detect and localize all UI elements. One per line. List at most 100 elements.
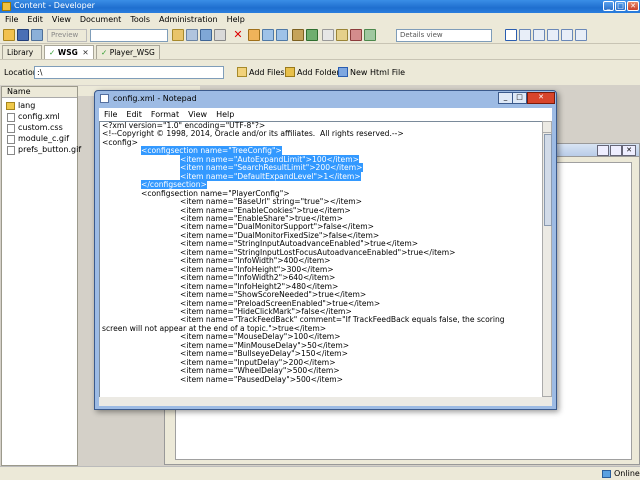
document-tabs: Library ✓ WSG ✕ ✓ Player_WSG <box>0 44 640 59</box>
new-html-icon <box>338 67 348 77</box>
file-icon <box>7 124 15 133</box>
layout-icon-3[interactable] <box>533 29 545 41</box>
layout-icon-6[interactable] <box>575 29 587 41</box>
list-item[interactable]: custom.css <box>2 123 77 133</box>
vertical-scrollbar[interactable] <box>542 121 552 397</box>
minimize-button[interactable]: _ <box>603 1 614 11</box>
menu-help[interactable]: Help <box>222 13 249 24</box>
maximize-button[interactable] <box>610 145 622 156</box>
undo-icon[interactable] <box>262 29 274 41</box>
view-select[interactable]: Details view <box>396 29 492 42</box>
notepad-icon <box>100 94 109 103</box>
find-icon[interactable] <box>322 29 334 41</box>
image-icon <box>7 146 15 155</box>
tab-close-icon[interactable]: ✕ <box>82 48 88 57</box>
status-bar: Online <box>0 466 640 480</box>
check-icon: ✓ <box>49 48 56 57</box>
scroll-thumb[interactable] <box>544 134 552 226</box>
file-list-panel: Name lang config.xml custom.css module_c… <box>1 86 81 466</box>
add-files-button[interactable]: Add Files <box>249 68 285 77</box>
menu-document[interactable]: Document <box>75 13 125 24</box>
minimize-button[interactable]: _ <box>498 92 513 104</box>
list-item[interactable]: prefs_button.gif <box>2 145 81 155</box>
layout-icon-5[interactable] <box>561 29 573 41</box>
list-item[interactable]: config.xml <box>2 112 77 122</box>
tab-label: WSG <box>57 48 78 57</box>
menu-view[interactable]: View <box>47 13 75 24</box>
checkout-icon[interactable] <box>306 29 318 41</box>
toolbar-combo[interactable] <box>90 29 168 42</box>
notepad-menu-bar: File Edit Format View Help <box>99 108 552 121</box>
menu-help[interactable]: Help <box>211 108 238 119</box>
preview-button[interactable]: Preview <box>47 29 87 42</box>
add-folder-icon <box>285 67 295 77</box>
properties-icon[interactable] <box>248 29 260 41</box>
file-list-header[interactable]: Name <box>2 87 77 98</box>
menu-administration[interactable]: Administration <box>154 13 222 24</box>
text-line: <!--Copyright © 1998, 2014, Oracle and/o… <box>100 130 543 138</box>
menu-edit[interactable]: Edit <box>22 13 47 24</box>
add-folder-button[interactable]: Add Folder <box>297 68 340 77</box>
close-button[interactable]: ✕ <box>627 1 639 11</box>
text-line-content: <!--Copyright © 1998, 2014, Oracle and/o… <box>102 129 404 139</box>
menu-file[interactable]: File <box>99 108 121 119</box>
tab-wsg[interactable]: ✓ WSG ✕ <box>44 45 94 59</box>
layout-icon-4[interactable] <box>547 29 559 41</box>
list-item[interactable]: module_c.gif <box>2 134 77 144</box>
menu-bar: File Edit View Document Tools Administration H… <box>0 13 640 27</box>
notepad-text-area[interactable]: <?xml version="1.0" encoding="UTF-8"?> <!… <box>99 121 544 399</box>
app-title-bar[interactable]: Content - Developer _ □ ✕ <box>0 0 640 13</box>
location-bar: Location: :\ Add Files Add Folder New Ht… <box>0 59 640 85</box>
list-item[interactable]: lang <box>2 101 77 111</box>
cut-icon[interactable] <box>186 29 198 41</box>
text-line-content: <item name="SearchResultLimit">200</item… <box>180 163 363 173</box>
file-name: config.xml <box>18 112 60 121</box>
text-line: <item name="PausedDelay">500</item> <box>100 375 543 384</box>
horizontal-scrollbar[interactable] <box>99 397 552 406</box>
menu-view[interactable]: View <box>183 108 211 119</box>
file-name: module_c.gif <box>18 134 70 143</box>
delete-icon[interactable]: ✕ <box>232 29 244 41</box>
checkin-icon[interactable] <box>292 29 304 41</box>
close-button[interactable]: ✕ <box>622 145 636 156</box>
paste-icon[interactable] <box>214 29 226 41</box>
tab-library[interactable]: Library <box>2 45 42 59</box>
save-icon[interactable] <box>17 29 29 41</box>
maximize-button[interactable]: □ <box>512 92 527 104</box>
new-icon[interactable] <box>172 29 184 41</box>
toolbar: Preview ✕ Details view <box>0 27 640 44</box>
folder-icon <box>6 102 15 110</box>
redo-icon[interactable] <box>276 29 288 41</box>
lock-icon[interactable] <box>350 29 362 41</box>
file-icon <box>7 113 15 122</box>
notepad-title: config.xml - Notepad <box>113 94 197 103</box>
tab-player-wsg[interactable]: ✓ Player_WSG <box>96 45 160 59</box>
layout-icon-2[interactable] <box>519 29 531 41</box>
copy-icon[interactable] <box>200 29 212 41</box>
new-html-file-button[interactable]: New Html File <box>350 68 405 77</box>
folder-icon[interactable] <box>336 29 348 41</box>
save-all-icon[interactable] <box>31 29 43 41</box>
link-icon[interactable] <box>364 29 376 41</box>
menu-file[interactable]: File <box>0 13 22 24</box>
minimize-button[interactable] <box>597 145 609 156</box>
scroll-up-arrow[interactable] <box>543 122 551 133</box>
close-button[interactable]: ✕ <box>527 92 555 104</box>
menu-tools[interactable]: Tools <box>125 13 154 24</box>
tab-label: Player_WSG <box>109 48 155 57</box>
menu-format[interactable]: Format <box>146 108 183 119</box>
menu-edit[interactable]: Edit <box>121 108 146 119</box>
notepad-title-bar[interactable]: config.xml - Notepad _ □ ✕ <box>95 91 556 106</box>
location-input[interactable]: :\ <box>34 66 224 79</box>
text-line-content: <configsection name="TreeConfig"> <box>141 146 282 156</box>
text-line-content: <item name="DefaultExpandLevel">1</item> <box>180 171 361 181</box>
app-title: Content - Developer <box>14 1 95 10</box>
layout-icon-1[interactable] <box>505 29 517 41</box>
file-name: lang <box>18 101 36 110</box>
image-icon <box>7 135 15 144</box>
check-icon: ✓ <box>101 48 108 57</box>
app-icon <box>2 2 11 11</box>
status-text: Online <box>614 469 640 478</box>
maximize-button[interactable]: □ <box>615 1 626 11</box>
open-icon[interactable] <box>3 29 15 41</box>
